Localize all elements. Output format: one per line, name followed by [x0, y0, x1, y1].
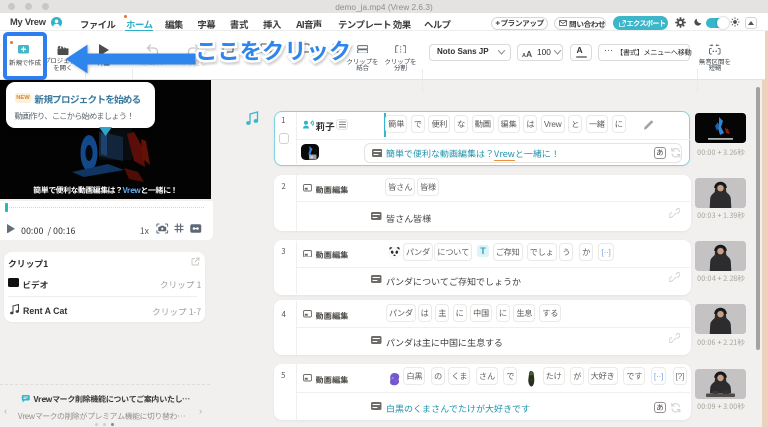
- svg-text:ここをクリック: ここをクリック: [195, 34, 351, 66]
